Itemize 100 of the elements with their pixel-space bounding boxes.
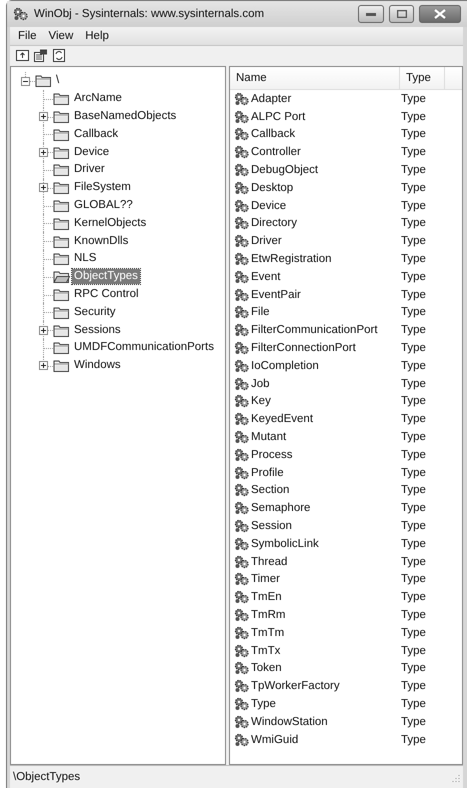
list-item[interactable]: TmRm [230, 608, 399, 622]
list-item[interactable]: Controller [230, 145, 399, 160]
expand-toggle[interactable] [39, 326, 48, 335]
list-item[interactable]: SymbolicLink [230, 536, 399, 551]
table-cell-text: Type [400, 110, 426, 123]
list-item[interactable]: Desktop [230, 180, 399, 195]
list-item[interactable]: TmEn [230, 590, 399, 604]
column-header[interactable]: Name [230, 67, 400, 89]
gears-icon [234, 554, 250, 569]
collapse-toggle[interactable] [21, 76, 30, 86]
tree-item[interactable]: RPC Control [72, 286, 141, 302]
column-header[interactable]: Type [400, 67, 445, 89]
status-text: \ObjectTypes [13, 771, 80, 783]
menu-item[interactable]: Help [80, 30, 114, 42]
list-item[interactable]: Event [230, 270, 399, 284]
gears-icon [234, 696, 250, 711]
table-cell-text: Type [400, 92, 426, 105]
list-item[interactable]: EventPair [230, 288, 399, 302]
expand-toggle[interactable] [39, 112, 48, 122]
list-item[interactable]: Mutant [230, 430, 399, 444]
tree-item[interactable]: KnownDlls [72, 234, 130, 249]
menu-item[interactable]: View [44, 30, 78, 42]
refresh-icon[interactable] [53, 48, 65, 62]
resize-grip-icon[interactable] [450, 772, 460, 782]
tree-item[interactable]: UMDFCommunicationPorts [72, 340, 216, 356]
list-item[interactable]: Profile [230, 466, 399, 480]
expand-toggle[interactable] [39, 148, 48, 157]
tree-item[interactable]: Device [72, 144, 112, 160]
list-item[interactable]: EtwRegistration [230, 252, 399, 266]
list-item[interactable]: Thread [230, 554, 399, 569]
tree-item[interactable]: ObjectTypes [72, 269, 140, 284]
list-item[interactable]: Timer [230, 572, 399, 586]
tree-item[interactable]: FileSystem [72, 180, 133, 196]
close-button[interactable] [419, 5, 461, 23]
up-folder-icon[interactable] [16, 49, 29, 61]
tree-item[interactable]: Callback [72, 126, 120, 142]
tree-item[interactable]: Sessions [72, 322, 123, 338]
list-item[interactable]: Driver [230, 234, 399, 248]
list-item[interactable]: WindowStation [230, 714, 399, 729]
gears-icon [234, 234, 250, 248]
list-item[interactable]: ALPC Port [230, 110, 399, 124]
list-item[interactable]: IoCompletion [230, 358, 399, 373]
gears-icon [234, 448, 250, 462]
table-cell-text: Type [400, 644, 426, 657]
table-cell-text: Type [400, 734, 426, 746]
gears-icon [234, 483, 250, 498]
properties-icon[interactable] [34, 48, 48, 62]
tree-item[interactable]: NLS [72, 251, 98, 266]
list-item[interactable]: TmTm [230, 626, 399, 640]
gears-icon [234, 572, 250, 586]
table-cell-text: Type [400, 395, 426, 408]
list-item[interactable]: Section [230, 483, 399, 498]
expand-toggle[interactable] [39, 361, 48, 370]
menu-item[interactable]: File [13, 30, 42, 42]
list-item[interactable]: Adapter [230, 92, 399, 106]
list-item[interactable]: Semaphore [230, 501, 399, 516]
list-item[interactable]: Session [230, 519, 399, 534]
table-cell-text: Type [400, 484, 426, 496]
gears-icon [234, 536, 250, 551]
list-item[interactable]: File [230, 305, 399, 320]
tree-item[interactable]: BaseNamedObjects [72, 108, 178, 124]
gears-icon [234, 127, 250, 142]
list-item[interactable]: Key [230, 394, 399, 408]
tree-item[interactable]: Driver [72, 162, 107, 178]
list-item[interactable]: TmTx [230, 644, 399, 658]
table-cell-text: Type [400, 556, 426, 568]
list-item[interactable]: Job [230, 376, 399, 391]
table-cell-text: Type [400, 662, 426, 674]
gears-icon [234, 198, 250, 213]
table-cell-text: Type [400, 306, 426, 318]
list-item[interactable]: Process [230, 448, 399, 462]
tree-item[interactable]: KernelObjects [72, 216, 148, 231]
list-item[interactable]: FilterCommunicationPort [230, 323, 399, 338]
list-item[interactable]: DebugObject [230, 163, 399, 178]
tree-item[interactable]: Security [72, 304, 118, 320]
list-item[interactable]: Token [230, 661, 399, 676]
gears-icon [234, 608, 250, 622]
list-item[interactable]: TpWorkerFactory [230, 679, 399, 694]
gears-icon [234, 661, 250, 676]
gears-icon [13, 7, 29, 21]
table-cell-text: Type [400, 431, 426, 444]
tree-item[interactable]: GLOBAL?? [72, 198, 135, 213]
minimize-button[interactable] [358, 5, 384, 23]
list-item[interactable]: FilterConnectionPort [230, 341, 399, 356]
gears-icon [234, 430, 250, 444]
tree-item[interactable]: ArcName [72, 91, 124, 106]
table-cell-text: Type [400, 698, 426, 710]
maximize-button[interactable] [389, 5, 414, 23]
list-item[interactable]: Directory [230, 216, 399, 230]
gears-icon [234, 341, 250, 356]
list-item[interactable]: WmiGuid [230, 732, 399, 747]
list-item[interactable]: Type [230, 696, 399, 711]
list-item[interactable]: KeyedEvent [230, 412, 399, 426]
gears-icon [234, 466, 250, 480]
tree-item[interactable]: \ [54, 73, 62, 88]
gears-icon [234, 714, 250, 729]
list-item[interactable]: Callback [230, 127, 399, 142]
list-item[interactable]: Device [230, 198, 399, 213]
tree-item[interactable]: Windows [72, 358, 123, 374]
expand-toggle[interactable] [39, 183, 48, 192]
